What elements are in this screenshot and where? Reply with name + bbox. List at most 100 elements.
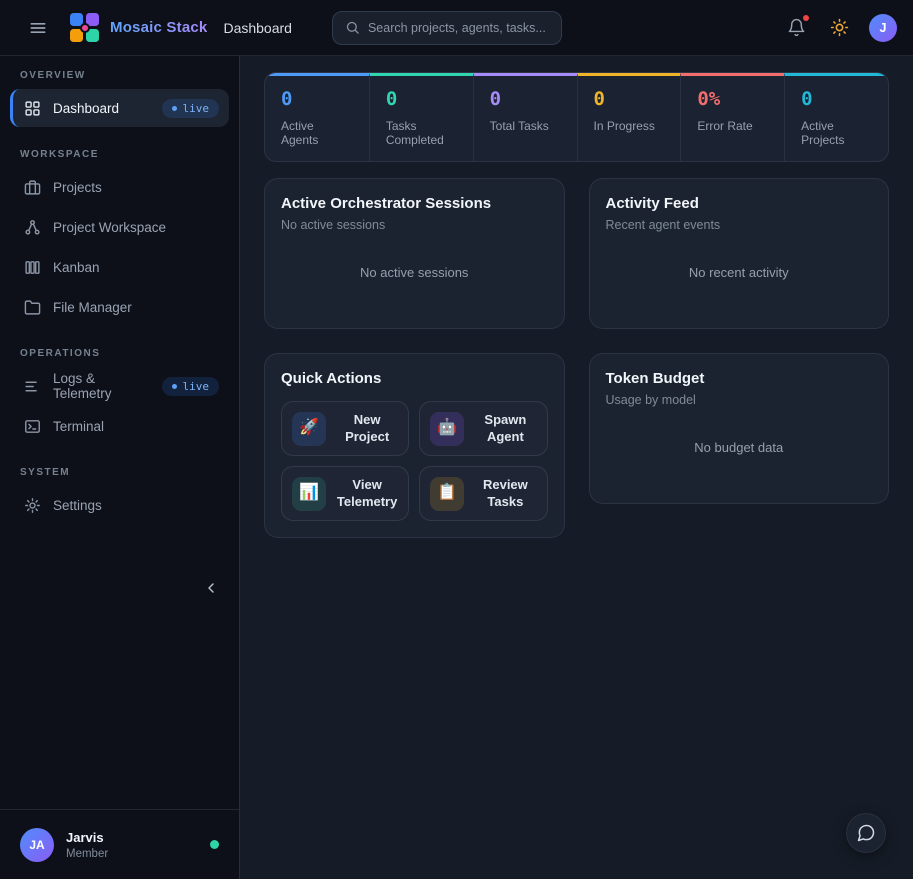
kanban-icon <box>24 259 41 276</box>
cards-grid: Active Orchestrator Sessions No active s… <box>264 178 889 538</box>
review-tasks-button[interactable]: 📋 Review Tasks <box>419 466 547 521</box>
rocket-icon: 🚀 <box>292 412 326 446</box>
section-label: WORKSPACE <box>0 149 239 160</box>
bell-icon <box>787 18 806 37</box>
section-label: OVERVIEW <box>0 70 239 81</box>
sidebar: OVERVIEW Dashboard live WORKSPACE Projec… <box>0 56 240 879</box>
stat-value: 0 <box>801 88 872 110</box>
card-title: Activity Feed <box>606 195 873 212</box>
live-badge-label: live <box>183 102 210 115</box>
folder-icon <box>24 299 41 316</box>
theme-toggle-button[interactable] <box>826 14 853 41</box>
stat-value: 0 <box>490 88 561 110</box>
chevron-left-icon <box>203 580 219 596</box>
search-box[interactable] <box>332 11 562 45</box>
action-label: View Telemetry <box>336 477 398 511</box>
sidebar-item-kanban[interactable]: Kanban <box>10 248 229 286</box>
terminal-icon <box>24 418 41 435</box>
token-budget-card: Token Budget Usage by model No budget da… <box>589 353 890 504</box>
card-subtitle: No active sessions <box>281 218 548 232</box>
card-title: Quick Actions <box>281 370 548 387</box>
hamburger-icon <box>28 18 48 38</box>
robot-icon: 🤖 <box>430 412 464 446</box>
notifications-button[interactable] <box>783 14 810 41</box>
search-input[interactable] <box>368 21 549 35</box>
card-subtitle: Usage by model <box>606 393 873 407</box>
stat-value: 0% <box>697 88 768 110</box>
notification-dot <box>803 15 809 21</box>
budget-empty-state: No budget data <box>606 407 873 487</box>
stat-value: 0 <box>281 88 353 110</box>
sessions-empty-state: No active sessions <box>281 232 548 312</box>
action-label: New Project <box>336 412 398 446</box>
user-avatar: JA <box>20 828 54 862</box>
grid-icon <box>24 100 41 117</box>
stat-label: Total Tasks <box>490 119 561 133</box>
user-role: Member <box>66 848 108 860</box>
sidebar-section-overview: OVERVIEW Dashboard live <box>0 70 239 129</box>
sidebar-item-label: Projects <box>53 180 102 195</box>
sidebar-item-label: Logs & Telemetry <box>53 371 150 401</box>
clipboard-icon: 📋 <box>430 477 464 511</box>
sidebar-item-label: Project Workspace <box>53 220 166 235</box>
activity-empty-state: No recent activity <box>606 232 873 312</box>
topbar: Mosaic Stack Dashboard J <box>0 0 913 56</box>
sidebar-collapse-button[interactable] <box>199 576 223 600</box>
stat-label: Active Projects <box>801 119 872 147</box>
stat-label: In Progress <box>594 119 665 133</box>
bar-chart-icon: 📊 <box>292 477 326 511</box>
brand-name: Mosaic Stack <box>110 19 207 36</box>
spawn-agent-button[interactable]: 🤖 Spawn Agent <box>419 401 547 456</box>
stat-total-tasks: 0 Total Tasks <box>473 73 577 161</box>
sidebar-section-system: SYSTEM Settings <box>0 467 239 526</box>
stat-value: 0 <box>594 88 665 110</box>
sidebar-item-label: Kanban <box>53 260 100 275</box>
sidebar-item-project-workspace[interactable]: Project Workspace <box>10 208 229 246</box>
stat-tasks-completed: 0 Tasks Completed <box>369 73 473 161</box>
quick-actions-grid: 🚀 New Project 🤖 Spawn Agent 📊 View Telem… <box>281 401 548 521</box>
stat-label: Active Agents <box>281 119 353 147</box>
user-avatar-button[interactable]: J <box>869 14 897 42</box>
chat-fab-button[interactable] <box>846 813 886 853</box>
card-title: Token Budget <box>606 370 873 387</box>
live-dot-icon <box>172 106 177 111</box>
view-telemetry-button[interactable]: 📊 View Telemetry <box>281 466 409 521</box>
live-badge: live <box>162 99 220 118</box>
logo-center-dot <box>80 23 90 33</box>
sidebar-item-file-manager[interactable]: File Manager <box>10 288 229 326</box>
stat-label: Tasks Completed <box>386 119 457 147</box>
stat-active-agents: 0 Active Agents <box>265 73 369 161</box>
section-label: SYSTEM <box>0 467 239 478</box>
sidebar-item-label: Terminal <box>53 419 104 434</box>
sidebar-item-label: Dashboard <box>53 101 119 116</box>
card-title: Active Orchestrator Sessions <box>281 195 548 212</box>
activity-feed-card: Activity Feed Recent agent events No rec… <box>589 178 890 329</box>
stat-active-projects: 0 Active Projects <box>784 73 888 161</box>
mosaic-logo <box>70 13 100 43</box>
quick-actions-card: Quick Actions 🚀 New Project 🤖 Spawn Agen… <box>264 353 565 538</box>
new-project-button[interactable]: 🚀 New Project <box>281 401 409 456</box>
network-icon <box>24 219 41 236</box>
sidebar-item-projects[interactable]: Projects <box>10 168 229 206</box>
sidebar-user-box[interactable]: JA Jarvis Member <box>0 809 239 879</box>
sidebar-item-settings[interactable]: Settings <box>10 486 229 524</box>
page-title: Dashboard <box>223 20 292 36</box>
sidebar-item-label: File Manager <box>53 300 132 315</box>
sidebar-section-operations: OPERATIONS Logs & Telemetry live Termina… <box>0 348 239 447</box>
main-content: 0 Active Agents 0 Tasks Completed 0 Tota… <box>240 56 913 879</box>
live-badge: live <box>162 377 220 396</box>
user-meta: Jarvis Member <box>66 830 108 860</box>
sidebar-item-dashboard[interactable]: Dashboard live <box>10 89 229 127</box>
stats-row: 0 Active Agents 0 Tasks Completed 0 Tota… <box>264 72 889 162</box>
sidebar-item-terminal[interactable]: Terminal <box>10 407 229 445</box>
gear-icon <box>24 497 41 514</box>
sidebar-section-workspace: WORKSPACE Projects Project Workspace Kan… <box>0 149 239 328</box>
menu-button[interactable] <box>24 14 52 42</box>
action-label: Spawn Agent <box>474 412 536 446</box>
live-badge-label: live <box>183 380 210 393</box>
stat-value: 0 <box>386 88 457 110</box>
sidebar-item-logs-telemetry[interactable]: Logs & Telemetry live <box>10 367 229 405</box>
stat-label: Error Rate <box>697 119 768 133</box>
logs-icon <box>24 378 41 395</box>
sun-icon <box>830 18 849 37</box>
